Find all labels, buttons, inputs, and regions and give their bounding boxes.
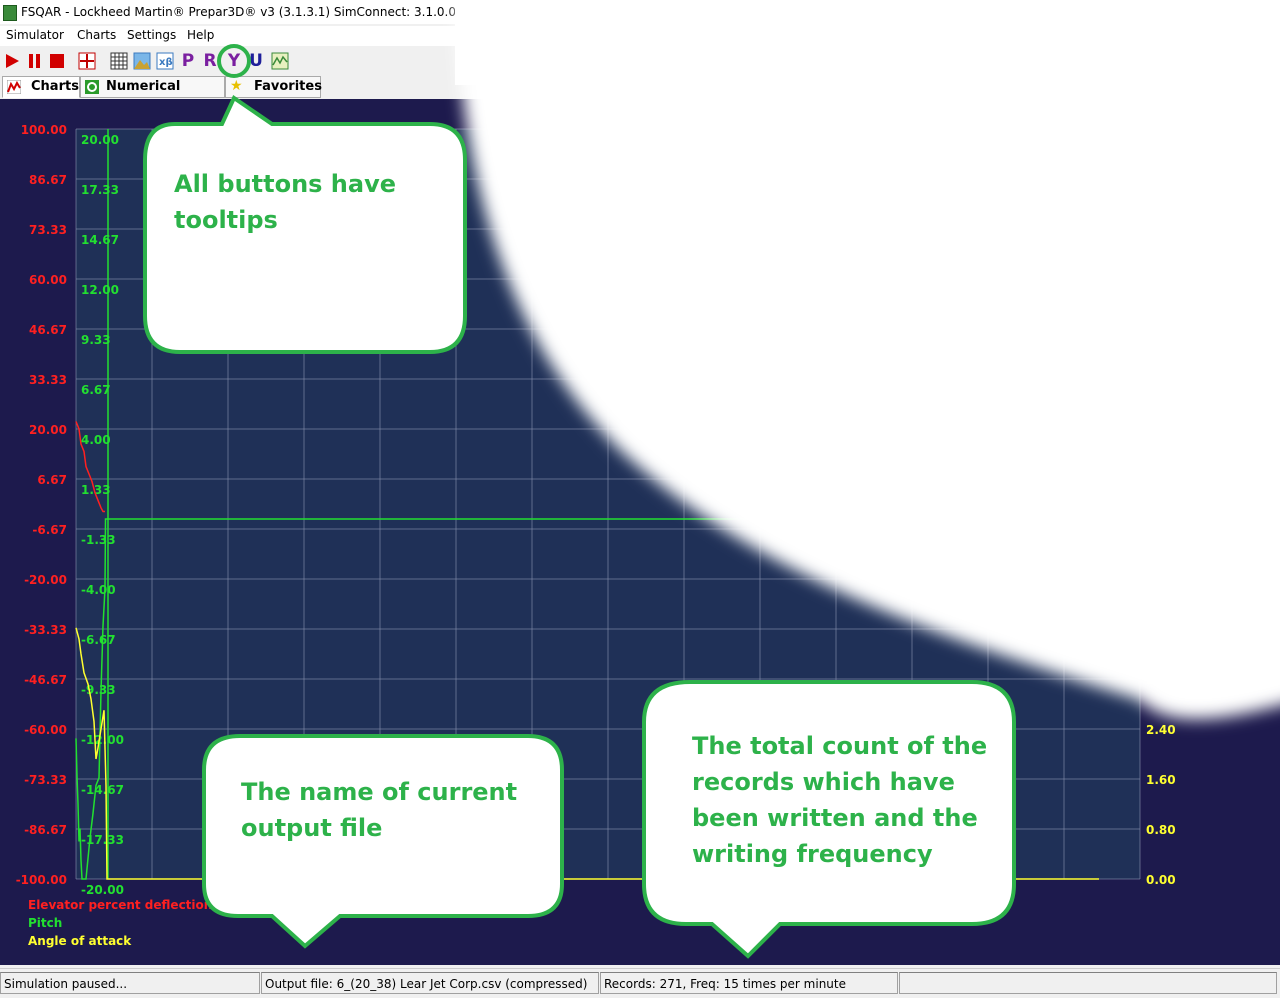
- callouts: All buttons have tooltips The name of cu…: [143, 44, 1016, 959]
- records-callout-line1: The total count of the: [692, 732, 987, 760]
- status-output-file: Output file: 6_(20_38) Lear Jet Corp.csv…: [261, 972, 599, 994]
- status-records: Records: 271, Freq: 15 times per minute: [600, 972, 898, 994]
- records-callout-line4: writing frequency: [692, 840, 933, 868]
- output-file-callout-line1: The name of current: [241, 778, 517, 806]
- highlight-circle: [217, 44, 251, 78]
- tooltips-callout-line1: All buttons have: [174, 170, 396, 198]
- fsqar-window: FSQAR - Lockheed Martin® Prepar3D® v3 (3…: [0, 0, 1280, 998]
- output-file-callout-line2: output file: [241, 814, 382, 842]
- status-extra: [899, 972, 1277, 994]
- records-callout-line2: records which have: [692, 768, 955, 796]
- status-simulation: Simulation paused...: [0, 972, 260, 994]
- records-callout-line3: been written and the: [692, 804, 978, 832]
- status-bar: Simulation paused... Output file: 6_(20_…: [0, 968, 1280, 998]
- tooltips-callout-line2: tooltips: [174, 206, 278, 234]
